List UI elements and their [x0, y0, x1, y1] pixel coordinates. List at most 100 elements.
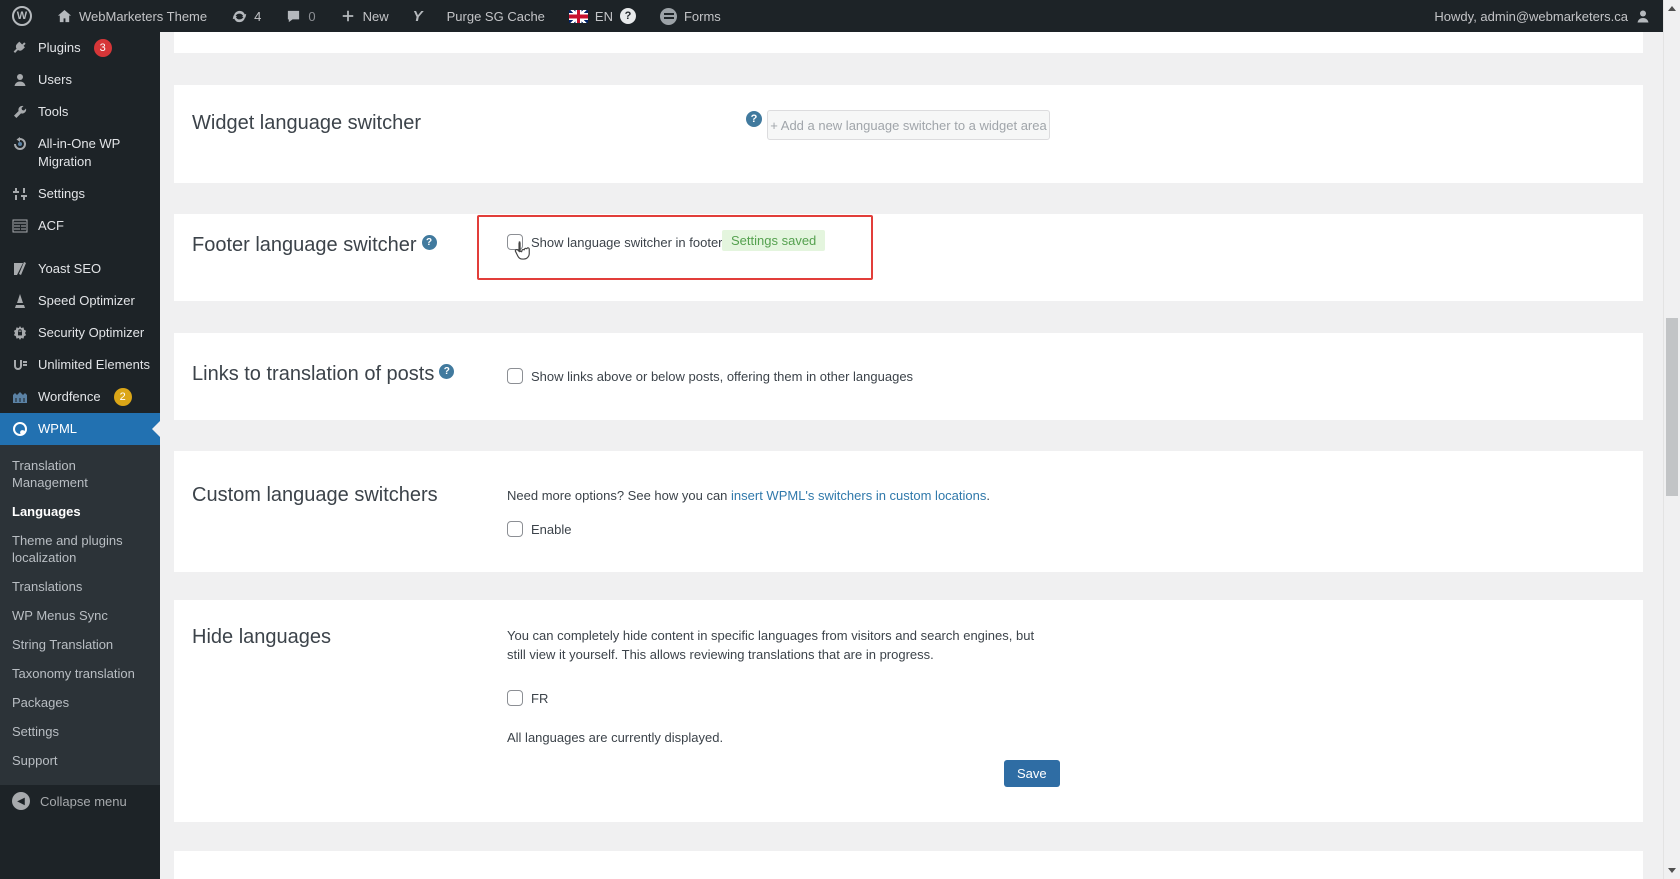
- wpml-submenu: Translation Management Languages Theme a…: [0, 445, 160, 785]
- site-name-menu[interactable]: WebMarketers Theme: [44, 0, 219, 32]
- wpml-switchers-link[interactable]: insert WPML's switchers in custom locati…: [731, 488, 986, 503]
- vertical-scrollbar[interactable]: [1663, 0, 1680, 879]
- sidebar-item-acf[interactable]: ACF: [0, 210, 160, 242]
- submenu-packages[interactable]: Packages: [0, 688, 160, 717]
- sidebar-item-label: Tools: [38, 104, 69, 119]
- checkbox-label: Show language switcher in footer: [531, 235, 723, 250]
- language-code: EN: [594, 8, 613, 24]
- hide-languages-section: Hide languages You can completely hide c…: [174, 600, 1643, 822]
- sidebar-item-plugins[interactable]: Plugins 3: [0, 32, 160, 64]
- sidebar-item-label: Plugins: [38, 40, 81, 55]
- save-button[interactable]: Save: [1004, 760, 1060, 787]
- footer-language-switcher-section: Footer language switcher? Show language …: [174, 214, 1643, 301]
- update-count: 4: [254, 8, 262, 24]
- section-title: Custom language switchers: [192, 484, 438, 506]
- sidebar-item-label: Speed Optimizer: [38, 293, 135, 308]
- next-card-remnant: [174, 851, 1643, 879]
- sidebar-item-speed-optimizer[interactable]: Speed Optimizer: [0, 285, 160, 317]
- languages-status-text: All languages are currently displayed.: [507, 730, 724, 745]
- unlimited-icon: [11, 356, 29, 374]
- collapse-menu-button[interactable]: ◀ Collapse menu: [0, 784, 160, 818]
- footer-switcher-checkbox[interactable]: [507, 234, 523, 250]
- forms-menu[interactable]: Forms: [648, 0, 733, 32]
- enable-checkbox[interactable]: [507, 521, 523, 537]
- wrench-icon: [11, 103, 29, 121]
- yoast-menu[interactable]: Y: [401, 0, 435, 32]
- purge-cache-label: Purge SG Cache: [446, 8, 545, 24]
- sidebar-item-label: WPML: [38, 421, 77, 436]
- sidebar-item-wpml[interactable]: WPML: [0, 413, 160, 445]
- collapse-arrow-icon: ◀: [12, 792, 30, 810]
- main-content: Widget language switcher ? + Add a new l…: [160, 32, 1663, 879]
- custom-language-switchers-section: Custom language switchers Need more opti…: [174, 451, 1643, 572]
- avatar-icon: [1635, 8, 1651, 24]
- admin-bar: W WebMarketers Theme 4 0 New Y Purge SG …: [0, 0, 1663, 32]
- sidebar-item-all-in-one-wp-migration[interactable]: All-in-One WP Migration: [0, 128, 160, 178]
- howdy-text: Howdy, admin@webmarketers.ca: [1434, 8, 1628, 24]
- plugins-update-badge: 3: [93, 39, 112, 57]
- comments-menu[interactable]: 0: [273, 0, 327, 32]
- submenu-string-translation[interactable]: String Translation: [0, 630, 160, 659]
- submenu-wp-menus-sync[interactable]: WP Menus Sync: [0, 601, 160, 630]
- submenu-translation-management[interactable]: Translation Management: [0, 451, 130, 497]
- forms-label: Forms: [683, 8, 721, 24]
- admin-sidebar: Plugins 3 Users Tools All-in-One WP Migr…: [0, 32, 160, 879]
- migration-icon: [11, 135, 29, 153]
- comment-count: 0: [308, 8, 316, 24]
- checkbox-label: Show links above or below posts, offerin…: [531, 369, 914, 384]
- updates-menu[interactable]: 4: [219, 0, 273, 32]
- section-title: Hide languages: [192, 626, 331, 648]
- table-icon: [11, 217, 29, 235]
- sidebar-item-tools[interactable]: Tools: [0, 96, 160, 128]
- yoast-icon: Y: [412, 7, 423, 25]
- help-icon[interactable]: ?: [746, 111, 762, 127]
- new-content-menu[interactable]: New: [328, 0, 401, 32]
- section-title: Links to translation of posts?: [192, 363, 455, 386]
- scroll-down-arrow[interactable]: [1664, 862, 1680, 879]
- language-help-icon[interactable]: ?: [619, 8, 636, 24]
- sidebar-item-label: Unlimited Elements: [38, 357, 150, 372]
- language-switcher-menu[interactable]: EN ?: [557, 0, 648, 32]
- sidebar-item-security-optimizer[interactable]: Security Optimizer: [0, 317, 160, 349]
- sidebar-item-label: Yoast SEO: [38, 261, 102, 276]
- submenu-settings[interactable]: Settings: [0, 717, 160, 746]
- submenu-theme-plugins-localization[interactable]: Theme and plugins localization: [0, 526, 140, 572]
- yoast-icon: [11, 260, 29, 278]
- help-icon[interactable]: ?: [439, 364, 455, 379]
- section-title: Widget language switcher: [192, 112, 422, 134]
- rocket-icon: [11, 292, 29, 310]
- add-widget-switcher-button[interactable]: + Add a new language switcher to a widge…: [767, 110, 1050, 140]
- purge-cache-menu[interactable]: Purge SG Cache: [435, 0, 557, 32]
- sidebar-item-unlimited-elements[interactable]: Unlimited Elements: [0, 349, 160, 381]
- sidebar-item-label: Settings: [38, 186, 85, 201]
- wpml-icon: [11, 420, 29, 438]
- sidebar-item-wordfence[interactable]: Wordfence 2: [0, 381, 160, 413]
- sidebar-item-settings[interactable]: Settings: [0, 178, 160, 210]
- account-menu[interactable]: Howdy, admin@webmarketers.ca: [1422, 0, 1663, 32]
- fr-language-checkbox[interactable]: [507, 690, 523, 706]
- scrollbar-thumb[interactable]: [1666, 318, 1678, 496]
- submenu-taxonomy-translation[interactable]: Taxonomy translation: [0, 659, 160, 688]
- submenu-support[interactable]: Support: [0, 746, 160, 775]
- scroll-up-arrow[interactable]: [1664, 0, 1680, 17]
- hide-languages-description: You can completely hide content in speci…: [507, 628, 1035, 662]
- plus-icon: [340, 8, 356, 24]
- sidebar-item-label: Security Optimizer: [38, 325, 145, 340]
- user-icon: [11, 71, 29, 89]
- submenu-translations[interactable]: Translations: [0, 572, 160, 601]
- plug-icon: [11, 39, 29, 57]
- gear-lock-icon: [11, 324, 29, 342]
- previous-card-remnant: [174, 32, 1643, 53]
- sidebar-item-yoast-seo[interactable]: Yoast SEO: [0, 253, 160, 285]
- checkbox-label: Enable: [531, 522, 572, 537]
- sidebar-item-users[interactable]: Users: [0, 64, 160, 96]
- help-icon[interactable]: ?: [421, 235, 437, 250]
- wp-logo-menu[interactable]: W: [0, 0, 44, 32]
- comment-icon: [285, 8, 301, 24]
- wordpress-icon: W: [12, 6, 32, 26]
- submenu-languages[interactable]: Languages: [0, 497, 160, 526]
- links-translation-section: Links to translation of posts? Show link…: [174, 333, 1643, 420]
- custom-switchers-text: Need more options? See how you can inser…: [507, 488, 990, 503]
- sidebar-item-label: Wordfence: [38, 389, 101, 404]
- links-translation-checkbox[interactable]: [507, 368, 523, 384]
